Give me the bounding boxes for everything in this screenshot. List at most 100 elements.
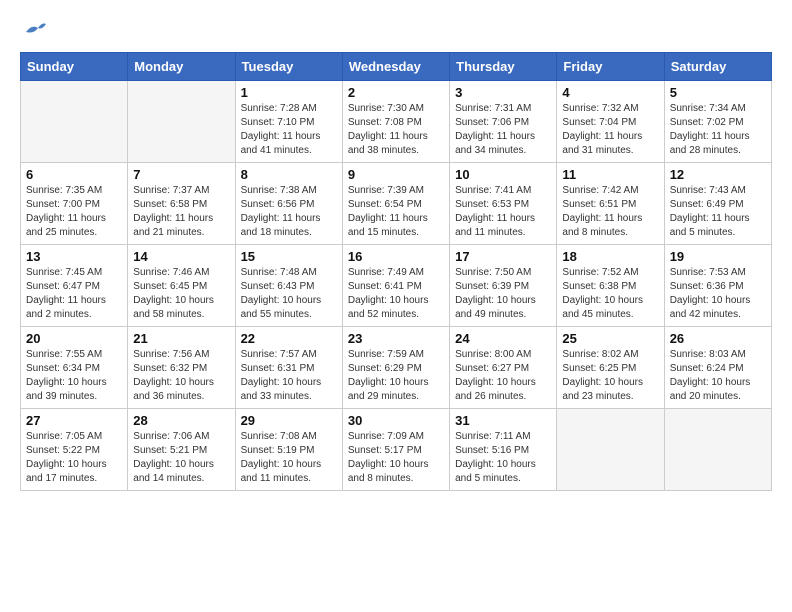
weekday-header: Thursday xyxy=(450,53,557,81)
day-number: 28 xyxy=(133,413,229,428)
weekday-header: Friday xyxy=(557,53,664,81)
day-info: Sunrise: 7:50 AM Sunset: 6:39 PM Dayligh… xyxy=(455,266,551,322)
day-info: Sunrise: 7:31 AM Sunset: 7:06 PM Dayligh… xyxy=(455,102,551,158)
day-info: Sunrise: 7:56 AM Sunset: 6:32 PM Dayligh… xyxy=(133,348,229,404)
day-info: Sunrise: 7:43 AM Sunset: 6:49 PM Dayligh… xyxy=(670,184,766,240)
day-number: 22 xyxy=(241,331,337,346)
calendar-table: SundayMondayTuesdayWednesdayThursdayFrid… xyxy=(20,52,772,491)
day-number: 3 xyxy=(455,85,551,100)
day-info: Sunrise: 7:09 AM Sunset: 5:17 PM Dayligh… xyxy=(348,430,444,486)
calendar-cell: 5Sunrise: 7:34 AM Sunset: 7:02 PM Daylig… xyxy=(664,81,771,163)
weekday-header: Wednesday xyxy=(342,53,449,81)
calendar-cell xyxy=(557,409,664,491)
calendar-cell: 20 Sunrise: 7:55 AM Sunset: 6:34 PM Dayli… xyxy=(21,327,128,409)
bird-icon xyxy=(24,20,46,36)
day-info: Sunrise: 7:48 AM Sunset: 6:43 PM Dayligh… xyxy=(241,266,337,322)
calendar-cell xyxy=(21,81,128,163)
day-number: 12 xyxy=(670,167,766,182)
calendar-cell: 15 Sunrise: 7:48 AM Sunset: 6:43 PM Dayli… xyxy=(235,245,342,327)
day-info: Sunrise: 7:53 AM Sunset: 6:36 PM Dayligh… xyxy=(670,266,766,322)
weekday-header: Monday xyxy=(128,53,235,81)
day-number: 15 xyxy=(241,249,337,264)
day-info: Sunrise: 7:32 AM Sunset: 7:04 PM Dayligh… xyxy=(562,102,658,158)
day-info: Sunrise: 7:59 AM Sunset: 6:29 PM Dayligh… xyxy=(348,348,444,404)
day-info: Sunrise: 7:30 AM Sunset: 7:08 PM Dayligh… xyxy=(348,102,444,158)
day-number: 1 xyxy=(241,85,337,100)
day-number: 30 xyxy=(348,413,444,428)
day-number: 20 xyxy=(26,331,122,346)
calendar-cell: 26Sunrise: 8:03 AM Sunset: 6:24 PM Dayli… xyxy=(664,327,771,409)
calendar-cell: 31Sunrise: 7:11 AM Sunset: 5:16 PM Dayli… xyxy=(450,409,557,491)
day-info: Sunrise: 7:49 AM Sunset: 6:41 PM Dayligh… xyxy=(348,266,444,322)
calendar-cell xyxy=(128,81,235,163)
weekday-header: Tuesday xyxy=(235,53,342,81)
day-info: Sunrise: 7:08 AM Sunset: 5:19 PM Dayligh… xyxy=(241,430,337,486)
day-info: Sunrise: 7:28 AM Sunset: 7:10 PM Dayligh… xyxy=(241,102,337,158)
calendar-cell: 18 Sunrise: 7:52 AM Sunset: 6:38 PM Dayli… xyxy=(557,245,664,327)
day-number: 11 xyxy=(562,167,658,182)
calendar-week-row: 27Sunrise: 7:05 AM Sunset: 5:22 PM Dayli… xyxy=(21,409,772,491)
day-info: Sunrise: 7:42 AM Sunset: 6:51 PM Dayligh… xyxy=(562,184,658,240)
day-number: 18 xyxy=(562,249,658,264)
calendar-cell: 6Sunrise: 7:35 AM Sunset: 7:00 PM Daylig… xyxy=(21,163,128,245)
day-number: 8 xyxy=(241,167,337,182)
weekday-header: Saturday xyxy=(664,53,771,81)
page-header: General Blue xyxy=(20,20,772,36)
day-number: 13 xyxy=(26,249,122,264)
day-number: 9 xyxy=(348,167,444,182)
calendar-cell: 4 Sunrise: 7:32 AM Sunset: 7:04 PM Daylig… xyxy=(557,81,664,163)
day-number: 10 xyxy=(455,167,551,182)
calendar-cell: 25 Sunrise: 8:02 AM Sunset: 6:25 PM Dayli… xyxy=(557,327,664,409)
day-info: Sunrise: 7:46 AM Sunset: 6:45 PM Dayligh… xyxy=(133,266,229,322)
day-info: Sunrise: 7:41 AM Sunset: 6:53 PM Dayligh… xyxy=(455,184,551,240)
day-number: 14 xyxy=(133,249,229,264)
day-number: 16 xyxy=(348,249,444,264)
calendar-cell: 9 Sunrise: 7:39 AM Sunset: 6:54 PM Daylig… xyxy=(342,163,449,245)
day-info: Sunrise: 8:02 AM Sunset: 6:25 PM Dayligh… xyxy=(562,348,658,404)
weekday-header: Sunday xyxy=(21,53,128,81)
calendar-week-row: 6Sunrise: 7:35 AM Sunset: 7:00 PM Daylig… xyxy=(21,163,772,245)
calendar-cell: 23 Sunrise: 7:59 AM Sunset: 6:29 PM Dayli… xyxy=(342,327,449,409)
day-number: 21 xyxy=(133,331,229,346)
day-number: 24 xyxy=(455,331,551,346)
day-number: 2 xyxy=(348,85,444,100)
day-info: Sunrise: 7:57 AM Sunset: 6:31 PM Dayligh… xyxy=(241,348,337,404)
day-number: 4 xyxy=(562,85,658,100)
day-number: 26 xyxy=(670,331,766,346)
calendar-cell: 3 Sunrise: 7:31 AM Sunset: 7:06 PM Daylig… xyxy=(450,81,557,163)
calendar-cell: 21 Sunrise: 7:56 AM Sunset: 6:32 PM Dayli… xyxy=(128,327,235,409)
calendar-cell: 12 Sunrise: 7:43 AM Sunset: 6:49 PM Dayli… xyxy=(664,163,771,245)
calendar-cell: 13 Sunrise: 7:45 AM Sunset: 6:47 PM Dayli… xyxy=(21,245,128,327)
day-info: Sunrise: 7:55 AM Sunset: 6:34 PM Dayligh… xyxy=(26,348,122,404)
calendar-header-row: SundayMondayTuesdayWednesdayThursdayFrid… xyxy=(21,53,772,81)
day-number: 25 xyxy=(562,331,658,346)
day-number: 7 xyxy=(133,167,229,182)
day-info: Sunrise: 7:34 AM Sunset: 7:02 PM Dayligh… xyxy=(670,102,766,158)
day-number: 17 xyxy=(455,249,551,264)
calendar-cell: 17 Sunrise: 7:50 AM Sunset: 6:39 PM Dayli… xyxy=(450,245,557,327)
calendar-cell: 27Sunrise: 7:05 AM Sunset: 5:22 PM Dayli… xyxy=(21,409,128,491)
day-number: 19 xyxy=(670,249,766,264)
day-number: 27 xyxy=(26,413,122,428)
day-info: Sunrise: 8:00 AM Sunset: 6:27 PM Dayligh… xyxy=(455,348,551,404)
calendar-week-row: 20 Sunrise: 7:55 AM Sunset: 6:34 PM Dayli… xyxy=(21,327,772,409)
calendar-cell: 14 Sunrise: 7:46 AM Sunset: 6:45 PM Dayli… xyxy=(128,245,235,327)
calendar-cell: 11 Sunrise: 7:42 AM Sunset: 6:51 PM Dayli… xyxy=(557,163,664,245)
logo: General Blue xyxy=(20,20,46,36)
calendar-cell: 24 Sunrise: 8:00 AM Sunset: 6:27 PM Dayli… xyxy=(450,327,557,409)
calendar-cell: 22 Sunrise: 7:57 AM Sunset: 6:31 PM Dayli… xyxy=(235,327,342,409)
calendar-cell: 30 Sunrise: 7:09 AM Sunset: 5:17 PM Dayli… xyxy=(342,409,449,491)
calendar-cell: 2 Sunrise: 7:30 AM Sunset: 7:08 PM Daylig… xyxy=(342,81,449,163)
day-info: Sunrise: 7:35 AM Sunset: 7:00 PM Dayligh… xyxy=(26,184,122,240)
day-info: Sunrise: 7:39 AM Sunset: 6:54 PM Dayligh… xyxy=(348,184,444,240)
day-number: 23 xyxy=(348,331,444,346)
calendar-cell: 1 Sunrise: 7:28 AM Sunset: 7:10 PM Daylig… xyxy=(235,81,342,163)
day-number: 29 xyxy=(241,413,337,428)
calendar-week-row: 1 Sunrise: 7:28 AM Sunset: 7:10 PM Daylig… xyxy=(21,81,772,163)
calendar-cell: 28Sunrise: 7:06 AM Sunset: 5:21 PM Dayli… xyxy=(128,409,235,491)
calendar-cell: 29 Sunrise: 7:08 AM Sunset: 5:19 PM Dayli… xyxy=(235,409,342,491)
day-info: Sunrise: 7:45 AM Sunset: 6:47 PM Dayligh… xyxy=(26,266,122,322)
day-info: Sunrise: 7:52 AM Sunset: 6:38 PM Dayligh… xyxy=(562,266,658,322)
day-info: Sunrise: 7:38 AM Sunset: 6:56 PM Dayligh… xyxy=(241,184,337,240)
calendar-week-row: 13 Sunrise: 7:45 AM Sunset: 6:47 PM Dayli… xyxy=(21,245,772,327)
